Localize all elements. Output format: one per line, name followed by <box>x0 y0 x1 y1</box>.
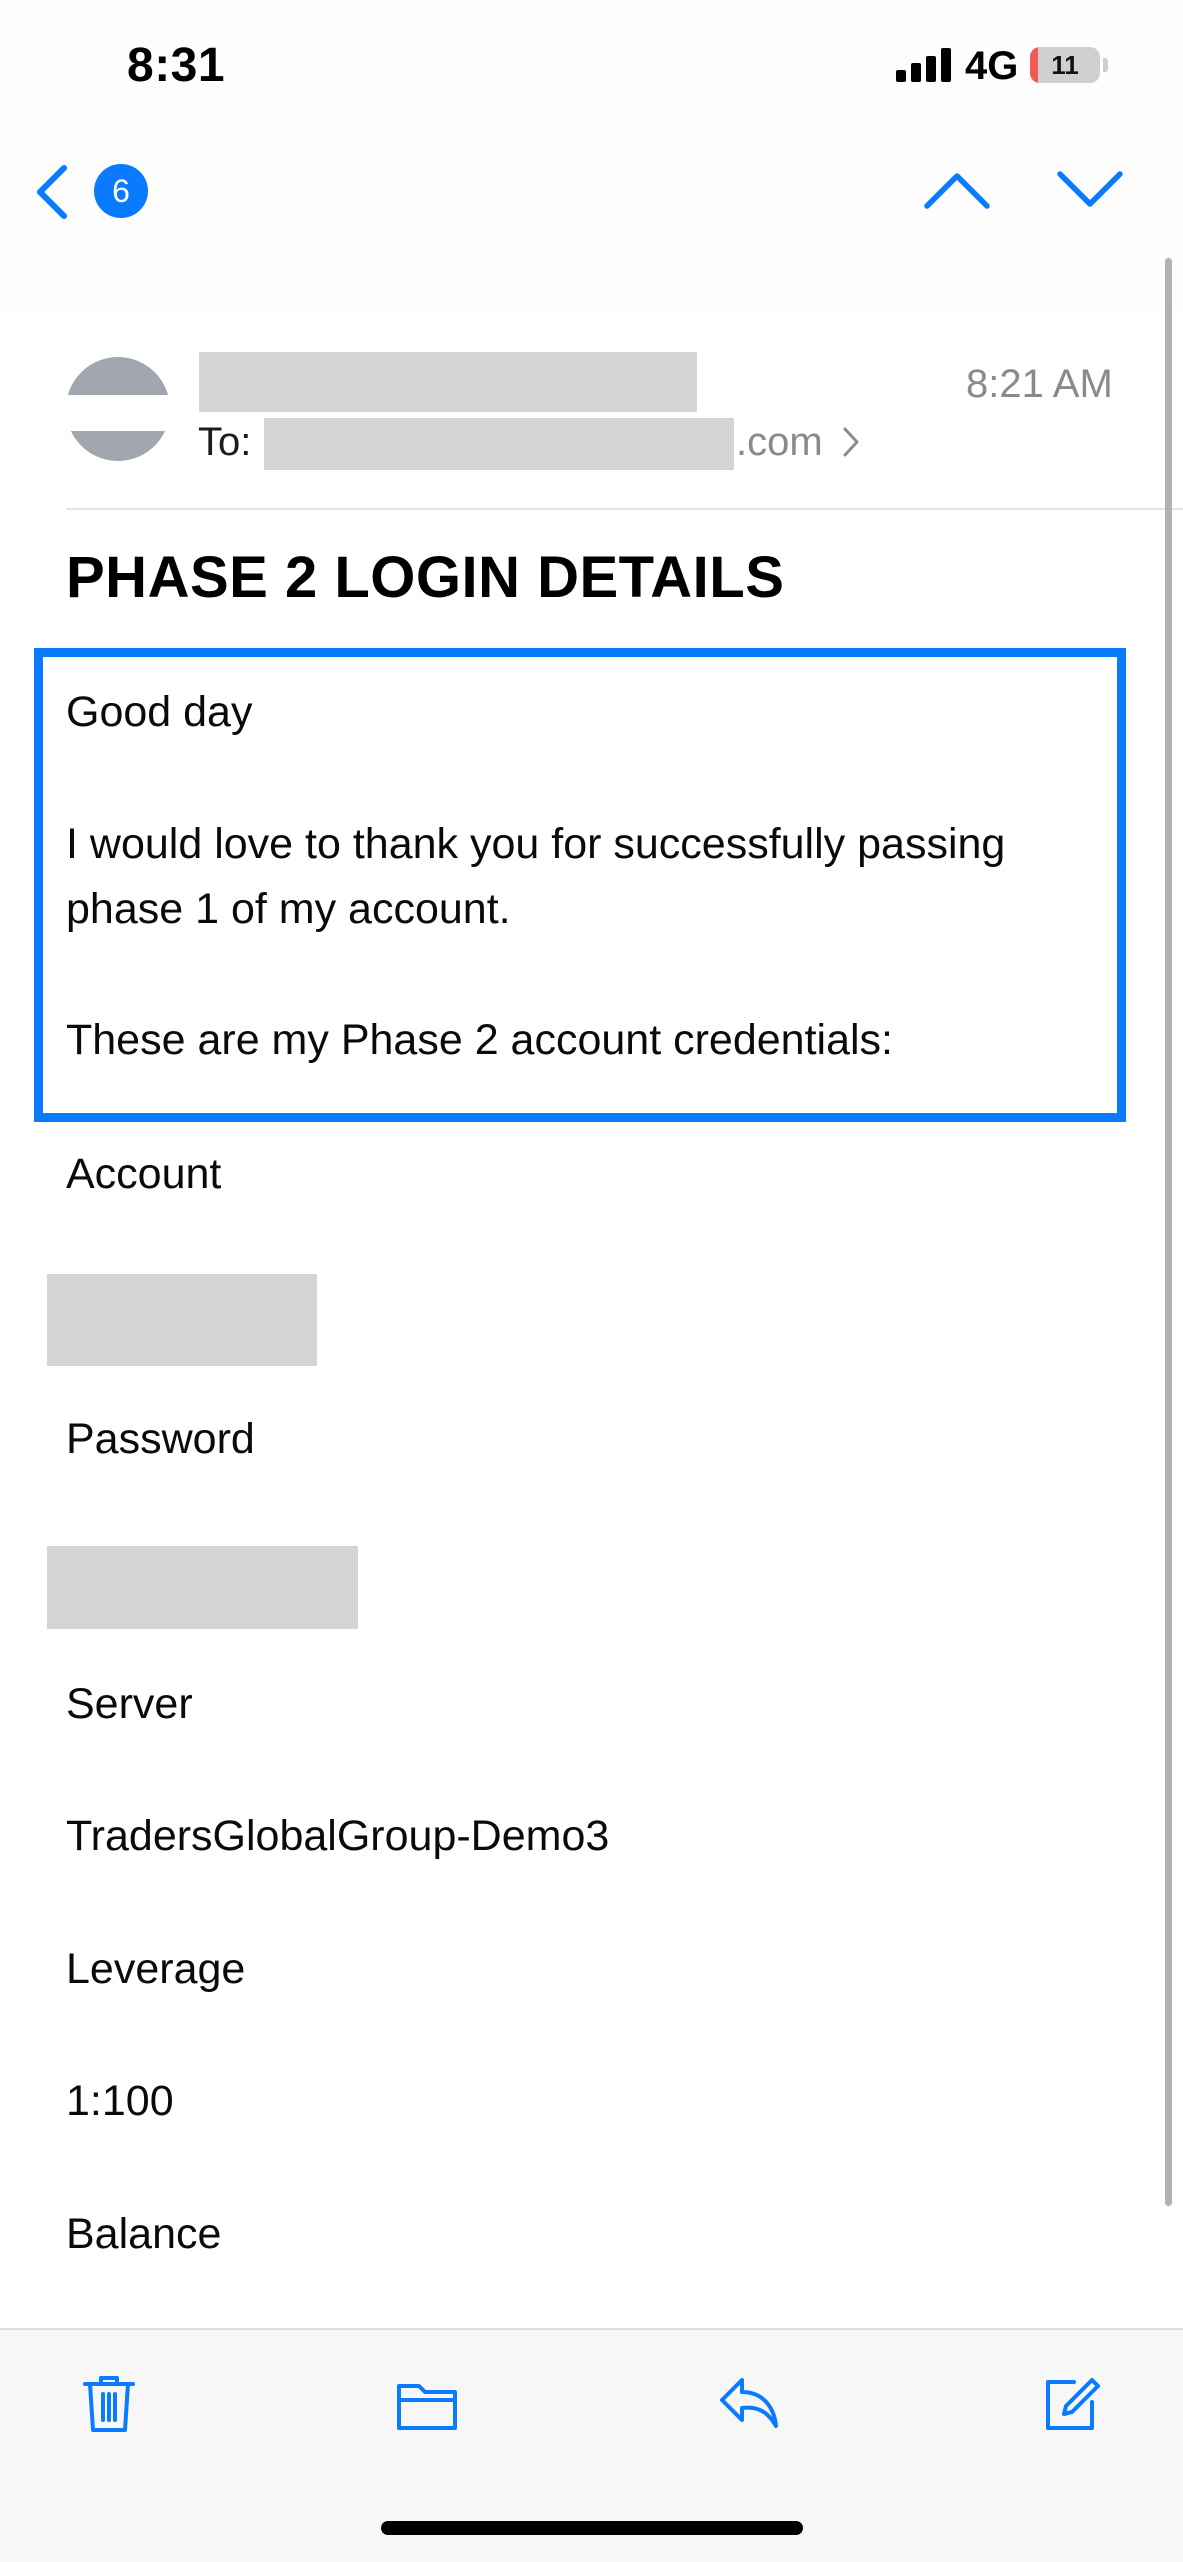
back-chevron-icon[interactable] <box>30 162 74 222</box>
body-thanks-line-2: phase 1 of my account. <box>66 885 511 933</box>
leverage-value: 1:100 <box>66 2077 174 2125</box>
to-label: To: <box>198 420 252 464</box>
chevron-right-icon[interactable] <box>842 426 860 458</box>
body-thanks-line-1: I would love to thank you for successful… <box>66 820 1006 868</box>
status-time: 8:31 <box>127 39 226 92</box>
server-value: TradersGlobalGroup-Demo3 <box>66 1812 610 1860</box>
chevron-down-icon[interactable] <box>1055 168 1125 212</box>
home-indicator <box>381 2521 803 2535</box>
sender-name-redacted[interactable] <box>199 352 697 412</box>
network-type: 4G <box>965 44 1019 88</box>
recipient-domain-suffix[interactable]: .com <box>736 420 823 465</box>
password-value-redacted <box>47 1546 358 1629</box>
server-label: Server <box>66 1680 193 1728</box>
sender-avatar[interactable] <box>66 357 170 461</box>
email-subject: PHASE 2 LOGIN DETAILS <box>66 545 785 610</box>
unread-count-badge[interactable]: 6 <box>94 164 148 218</box>
body-greeting: Good day <box>66 688 253 736</box>
compose-icon[interactable] <box>1040 2370 1104 2434</box>
scrollbar[interactable] <box>1165 258 1172 2206</box>
reply-icon[interactable] <box>716 2370 780 2434</box>
trash-icon[interactable] <box>77 2370 141 2434</box>
balance-label: Balance <box>66 2210 222 2258</box>
chevron-up-icon[interactable] <box>922 168 992 212</box>
folder-icon[interactable] <box>395 2374 459 2438</box>
password-label: Password <box>66 1415 255 1463</box>
battery-percent: 11 <box>1051 50 1079 80</box>
leverage-label: Leverage <box>66 1945 246 1993</box>
signal-strength-icon <box>896 48 951 82</box>
battery-cap <box>1103 58 1108 72</box>
received-time: 8:21 AM <box>966 362 1113 406</box>
account-value-redacted <box>47 1274 317 1366</box>
header-divider <box>66 508 1183 510</box>
recipient-redacted[interactable] <box>264 418 734 470</box>
battery-icon: 11 <box>1030 47 1100 83</box>
account-label: Account <box>66 1150 222 1198</box>
body-credentials-intro: These are my Phase 2 account credentials… <box>66 1016 893 1064</box>
